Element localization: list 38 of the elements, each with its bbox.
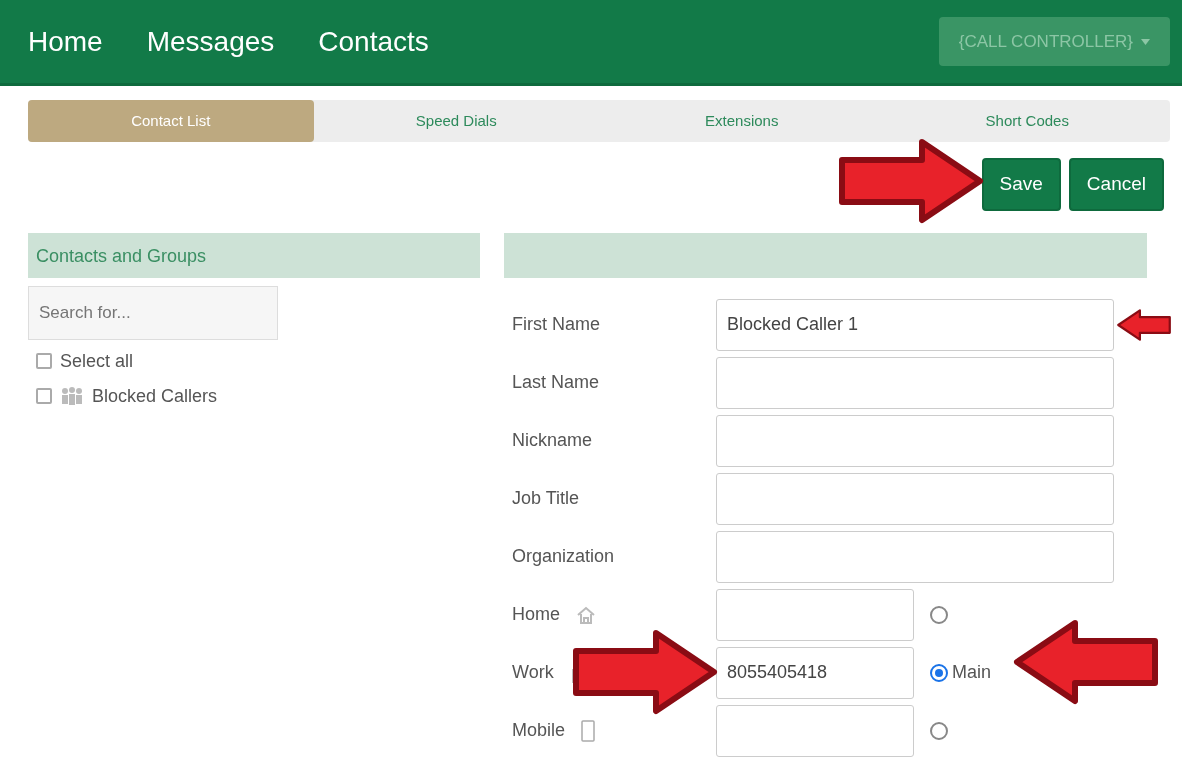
action-button[interactable]: Cancel xyxy=(1068,158,1164,211)
house-icon xyxy=(576,604,596,625)
field-label: Organization xyxy=(512,545,615,568)
nav-link[interactable]: Home xyxy=(28,20,103,63)
input-field[interactable] xyxy=(716,356,1114,409)
checkbox[interactable] xyxy=(36,388,52,404)
input-field[interactable]: 8055405418 xyxy=(716,646,914,699)
caret-icon xyxy=(1141,38,1150,45)
input-field[interactable]: Blocked Caller 1 xyxy=(716,298,1114,351)
checkbox[interactable] xyxy=(36,353,52,369)
field-label: First Name xyxy=(512,313,600,336)
field-label: Mobile xyxy=(512,719,566,742)
people-group-icon xyxy=(60,386,84,406)
input-field[interactable] xyxy=(716,588,914,641)
radio-button[interactable] xyxy=(930,663,948,682)
input-field[interactable] xyxy=(716,414,1114,467)
field-label: Work xyxy=(512,661,554,684)
nav-link[interactable]: Contacts xyxy=(318,20,429,63)
panel-header: Contacts and Groups xyxy=(28,232,480,278)
input-field[interactable] xyxy=(716,704,914,757)
input-field[interactable] xyxy=(716,530,1114,583)
field-label: Nickname xyxy=(512,429,593,452)
action-button[interactable]: Save xyxy=(981,158,1061,211)
radio-button[interactable] xyxy=(930,605,948,624)
tab[interactable]: Extensions xyxy=(599,100,885,142)
checkbox-label: Blocked Callers xyxy=(92,384,218,408)
input-field[interactable] xyxy=(716,472,1114,525)
field-label: Last Name xyxy=(512,371,600,394)
field-label: Job Title xyxy=(512,487,580,510)
search-field[interactable]: Search for... xyxy=(28,285,278,340)
tab[interactable]: Speed Dials xyxy=(313,100,599,142)
checkbox-label: Select all xyxy=(60,349,134,373)
nav-link[interactable]: Messages xyxy=(146,20,275,63)
tab[interactable]: Short Codes xyxy=(884,100,1170,142)
radio-button[interactable] xyxy=(930,721,948,740)
radio-label: Main xyxy=(952,661,991,684)
field-label: Home xyxy=(512,603,560,626)
mobile-phone-icon xyxy=(581,719,596,742)
